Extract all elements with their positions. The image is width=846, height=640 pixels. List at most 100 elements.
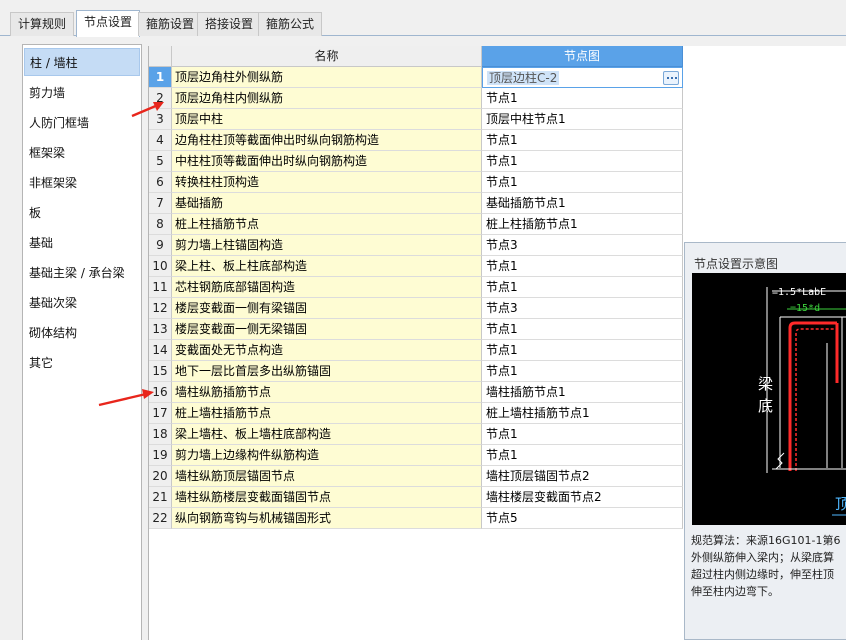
tab-bar: 计算规则 节点设置 箍筋设置 搭接设置 箍筋公式 <box>0 0 846 37</box>
dimension-label-2: =15*d <box>790 303 820 314</box>
table-row[interactable]: 1 顶层边角柱外侧纵筋 顶层边柱C-2 <box>149 67 683 88</box>
table-row[interactable]: 6 转换柱柱顶构造 节点1 <box>149 172 683 193</box>
row-number[interactable]: 18 <box>149 424 172 445</box>
row-number[interactable]: 20 <box>149 466 172 487</box>
setting-name-cell: 顶层中柱 <box>172 109 482 130</box>
annotation-arrow-icon <box>131 102 164 118</box>
node-diagram-cell[interactable]: 节点1 <box>482 319 683 340</box>
tab-lap-settings[interactable]: 搭接设置 <box>197 12 262 36</box>
table-row[interactable]: 9 剪力墙上柱锚固构造 节点3 <box>149 235 683 256</box>
node-diagram-cell[interactable]: 桩上墙柱插筋节点1 <box>482 403 683 424</box>
sidebar-item-column[interactable]: 柱 / 墙柱 <box>24 48 140 76</box>
node-diagram-cell[interactable]: 节点5 <box>482 508 683 529</box>
sidebar-item-slab[interactable]: 板 <box>24 199 140 227</box>
table-row[interactable]: 17 桩上墙柱插筋节点 桩上墙柱插筋节点1 <box>149 403 683 424</box>
row-number[interactable]: 8 <box>149 214 172 235</box>
node-diagram-cell[interactable]: 墙柱楼层变截面节点2 <box>482 487 683 508</box>
sidebar-item-foundation-secondary-beam[interactable]: 基础次梁 <box>24 289 140 317</box>
setting-name-cell: 楼层变截面一侧无梁锚固 <box>172 319 482 340</box>
sidebar-item-frame-beam[interactable]: 框架梁 <box>24 139 140 167</box>
row-number[interactable]: 4 <box>149 130 172 151</box>
tab-calc-rules[interactable]: 计算规则 <box>10 12 75 36</box>
table-row[interactable]: 2 顶层边角柱内侧纵筋 节点1 <box>149 88 683 109</box>
node-diagram-cell[interactable]: 节点1 <box>482 445 683 466</box>
description-line: 伸至柱内边弯下。 <box>691 585 779 598</box>
node-diagram-cell[interactable]: 节点1 <box>482 151 683 172</box>
ellipsis-icon[interactable] <box>663 71 679 85</box>
node-diagram-cell[interactable]: 墙柱顶层锚固节点2 <box>482 466 683 487</box>
row-number[interactable]: 7 <box>149 193 172 214</box>
node-diagram-cell[interactable]: 节点3 <box>482 298 683 319</box>
node-diagram-cell[interactable]: 基础插筋节点1 <box>482 193 683 214</box>
description-line: 规范算法：来源16G101-1第6 <box>691 534 841 547</box>
row-number[interactable]: 15 <box>149 361 172 382</box>
table-row[interactable]: 16 墙柱纵筋插筋节点 墙柱插筋节点1 <box>149 382 683 403</box>
table-row[interactable]: 11 芯柱钢筋底部锚固构造 节点1 <box>149 277 683 298</box>
node-diagram-cell[interactable]: 墙柱插筋节点1 <box>482 382 683 403</box>
node-diagram-cell[interactable]: 节点3 <box>482 235 683 256</box>
node-diagram-cell[interactable]: 节点1 <box>482 361 683 382</box>
table-row[interactable]: 20 墙柱纵筋顶层锚固节点 墙柱顶层锚固节点2 <box>149 466 683 487</box>
setting-name-cell: 基础插筋 <box>172 193 482 214</box>
setting-name-cell: 纵向钢筋弯钩与机械锚固形式 <box>172 508 482 529</box>
table-row[interactable]: 12 楼层变截面一侧有梁锚固 节点3 <box>149 298 683 319</box>
sidebar-item-non-frame-beam[interactable]: 非框架梁 <box>24 169 140 197</box>
setting-name-cell: 边角柱柱顶等截面伸出时纵向钢筋构造 <box>172 130 482 151</box>
node-diagram-cell[interactable]: 桩上柱插筋节点1 <box>482 214 683 235</box>
sidebar-item-other[interactable]: 其它 <box>24 349 140 377</box>
setting-name-cell: 梁上柱、板上柱底部构造 <box>172 256 482 277</box>
setting-name-cell: 楼层变截面一侧有梁锚固 <box>172 298 482 319</box>
row-number[interactable]: 9 <box>149 235 172 256</box>
table-row[interactable]: 13 楼层变截面一侧无梁锚固 节点1 <box>149 319 683 340</box>
node-diagram-cell[interactable]: 顶层边柱C-2 <box>482 67 683 88</box>
tab-node-settings[interactable]: 节点设置 <box>76 10 141 37</box>
node-diagram-cell[interactable]: 节点1 <box>482 340 683 361</box>
table-row[interactable]: 10 梁上柱、板上柱底部构造 节点1 <box>149 256 683 277</box>
setting-name-cell: 墙柱纵筋顶层锚固节点 <box>172 466 482 487</box>
row-number[interactable]: 11 <box>149 277 172 298</box>
sidebar-item-shear-wall[interactable]: 剪力墙 <box>24 79 140 107</box>
setting-name-cell: 芯柱钢筋底部锚固构造 <box>172 277 482 298</box>
node-diagram-cell[interactable]: 节点1 <box>482 277 683 298</box>
node-diagram-cell[interactable]: 节点1 <box>482 130 683 151</box>
table-row[interactable]: 14 变截面处无节点构造 节点1 <box>149 340 683 361</box>
side-label-bottom: 底 <box>758 397 773 415</box>
row-number[interactable]: 22 <box>149 508 172 529</box>
table-row[interactable]: 8 桩上柱插筋节点 桩上柱插筋节点1 <box>149 214 683 235</box>
row-number[interactable]: 12 <box>149 298 172 319</box>
node-diagram-cell[interactable]: 顶层中柱节点1 <box>482 109 683 130</box>
row-number[interactable]: 5 <box>149 151 172 172</box>
node-diagram-cell[interactable]: 节点1 <box>482 172 683 193</box>
description-line: 超过柱内侧边缘时，伸至柱顶 <box>691 568 834 581</box>
sidebar-item-foundation-main-beam[interactable]: 基础主梁 / 承台梁 <box>24 259 140 287</box>
sidebar-item-foundation[interactable]: 基础 <box>24 229 140 257</box>
node-value-text[interactable]: 顶层边柱C-2 <box>487 71 560 85</box>
table-row[interactable]: 7 基础插筋 基础插筋节点1 <box>149 193 683 214</box>
setting-name-cell: 剪力墙上柱锚固构造 <box>172 235 482 256</box>
row-number[interactable]: 14 <box>149 340 172 361</box>
node-diagram-cell[interactable]: 节点1 <box>482 88 683 109</box>
sidebar-item-masonry[interactable]: 砌体结构 <box>24 319 140 347</box>
row-number[interactable]: 19 <box>149 445 172 466</box>
column-header-node-diagram[interactable]: 节点图 <box>482 46 683 67</box>
tab-stirrup-settings[interactable]: 箍筋设置 <box>138 12 203 36</box>
row-number[interactable]: 21 <box>149 487 172 508</box>
sidebar-item-civil-defense-door-wall[interactable]: 人防门框墙 <box>24 109 140 137</box>
row-number[interactable]: 6 <box>149 172 172 193</box>
table-row[interactable]: 19 剪力墙上边缘构件纵筋构造 节点1 <box>149 445 683 466</box>
node-description: 规范算法：来源16G101-1第6 外侧纵筋伸入梁内；从梁底算 超过柱内侧边缘时… <box>691 532 846 602</box>
table-row[interactable]: 15 地下一层比首层多出纵筋锚固 节点1 <box>149 361 683 382</box>
node-diagram-cell[interactable]: 节点1 <box>482 256 683 277</box>
node-diagram-cell[interactable]: 节点1 <box>482 424 683 445</box>
row-number[interactable]: 13 <box>149 319 172 340</box>
table-row[interactable]: 21 墙柱纵筋楼层变截面锚固节点 墙柱楼层变截面节点2 <box>149 487 683 508</box>
row-number[interactable]: 10 <box>149 256 172 277</box>
tab-stirrup-formula[interactable]: 箍筋公式 <box>258 12 323 36</box>
table-row[interactable]: 5 中柱柱顶等截面伸出时纵向钢筋构造 节点1 <box>149 151 683 172</box>
table-row[interactable]: 22 纵向钢筋弯钩与机械锚固形式 节点5 <box>149 508 683 529</box>
table-row[interactable]: 18 梁上墙柱、板上墙柱底部构造 节点1 <box>149 424 683 445</box>
table-row[interactable]: 4 边角柱柱顶等截面伸出时纵向钢筋构造 节点1 <box>149 130 683 151</box>
row-number[interactable]: 1 <box>149 67 172 88</box>
table-row[interactable]: 3 顶层中柱 顶层中柱节点1 <box>149 109 683 130</box>
column-header-name[interactable]: 名称 <box>172 46 482 67</box>
